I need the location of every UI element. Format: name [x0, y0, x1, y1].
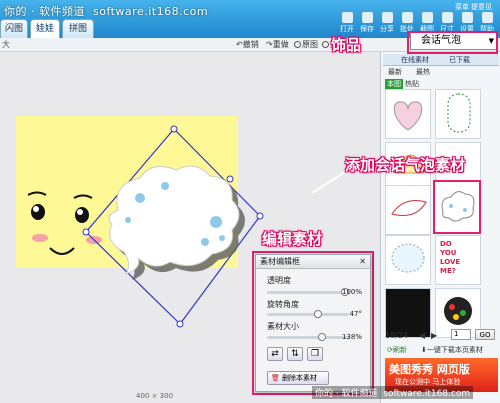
- tab-collage[interactable]: 拼图: [62, 19, 94, 38]
- editor-title: 素材编辑框: [260, 257, 300, 266]
- heart-bubble-icon: [393, 101, 423, 131]
- leaf-bubble-icon: [391, 200, 427, 216]
- prev-page-icon[interactable]: ◀: [419, 331, 425, 340]
- watermark-top: 你的 · 软件频道 software.it168.com: [4, 5, 209, 18]
- tab-downloaded[interactable]: 已下载: [449, 55, 470, 65]
- open-icon: [341, 12, 353, 23]
- panel-tabs: 在线素材 已下载: [383, 54, 499, 66]
- flip-vertical-button[interactable]: ⇅: [287, 347, 303, 361]
- undo-button[interactable]: ↶撤销: [236, 39, 259, 50]
- material-editor-dialog: 素材编辑框 ✕ 透明度 100% 旋转角度 47° 素材大小 138% ⇄ ⇅ ❐…: [255, 254, 371, 392]
- batch-icon: [401, 12, 413, 23]
- tab-doll[interactable]: 娃娃: [30, 19, 60, 38]
- hot-label: 热贴: [405, 80, 419, 88]
- round-bubble-icon: [391, 243, 425, 273]
- canvas-size-label: 400 × 300: [136, 392, 174, 400]
- save-icon: [361, 12, 373, 23]
- callout-edit-material: 编辑素材: [262, 230, 323, 248]
- page-input[interactable]: 1: [451, 329, 471, 340]
- settings-icon: [461, 12, 473, 23]
- callout-add-bubble: 添加会话气泡素材: [345, 156, 466, 174]
- flip-vertical-icon: ⇅: [291, 349, 299, 359]
- next-page-icon[interactable]: ▶: [431, 331, 437, 340]
- hot-badge: 本图: [385, 79, 403, 89]
- copy-icon: ❐: [310, 349, 320, 359]
- screenshot-icon: [421, 12, 433, 23]
- go-button[interactable]: GO: [475, 329, 495, 340]
- redo-icon: ↷: [266, 40, 273, 49]
- toolbar-left-label: 大: [2, 40, 10, 49]
- speech-bubble-icon: [441, 191, 475, 222]
- love-text: DO YOU LOVE ME?: [440, 240, 461, 275]
- original-icon: [294, 41, 301, 48]
- material-cell-leaf[interactable]: [385, 185, 431, 235]
- copy-button[interactable]: ❐: [307, 347, 323, 361]
- flip-horizontal-button[interactable]: ⇄: [267, 347, 283, 361]
- close-icon[interactable]: ✕: [359, 255, 366, 268]
- size-icon: [441, 12, 453, 23]
- help-icon: [481, 12, 493, 23]
- material-cell-speech-selected[interactable]: [433, 180, 481, 234]
- opacity-value: 100%: [341, 288, 362, 296]
- share-icon: [381, 12, 393, 23]
- tab-flash[interactable]: 闪图: [0, 19, 28, 38]
- sub-tab-new[interactable]: 最新: [388, 67, 402, 77]
- refresh-button[interactable]: ⟳刷新: [387, 345, 407, 355]
- tool-share[interactable]: 分享: [378, 10, 396, 38]
- original-button[interactable]: 原图: [294, 39, 318, 50]
- sub-tab-hot[interactable]: 最热: [416, 67, 430, 77]
- callout-decor: 饰品: [331, 36, 362, 54]
- rotation-slider[interactable]: [267, 310, 349, 318]
- material-cell-oval[interactable]: [435, 89, 481, 139]
- delete-material-button[interactable]: 🗑 删除本素材: [267, 371, 329, 385]
- smiley-face: [27, 191, 102, 255]
- download-all-link[interactable]: ⬇一键下载本页素材: [421, 345, 483, 355]
- size-slider[interactable]: [267, 333, 349, 341]
- material-cell-heart[interactable]: [385, 89, 431, 139]
- material-panel: 会话气泡 ▼ 在线素材 已下载 最新 最热 本图 热贴 DO YOU LOVE M…: [380, 32, 500, 403]
- compare-icon: [322, 41, 329, 48]
- redo-button[interactable]: ↷重做: [266, 39, 289, 50]
- oval-bubble-icon: [447, 93, 471, 133]
- category-highlight: [407, 31, 498, 54]
- opacity-label: 透明度: [267, 276, 291, 285]
- flip-horizontal-icon: ⇄: [271, 349, 279, 359]
- material-cell-round[interactable]: [385, 235, 431, 285]
- size-slider-handle[interactable]: [318, 333, 327, 341]
- watermark-bottom: 你的 · 软件频道 software.it168.com: [312, 386, 474, 399]
- size-value: 138%: [341, 333, 362, 341]
- undo-icon: ↶: [236, 40, 243, 49]
- rotation-label: 旋转角度: [267, 300, 299, 309]
- page-indicator: 18/24: [385, 331, 409, 340]
- rotation-value: 47°: [349, 310, 362, 318]
- material-cell-love[interactable]: DO YOU LOVE ME?: [435, 235, 481, 285]
- opacity-slider[interactable]: [267, 288, 349, 296]
- rotation-slider-handle[interactable]: [313, 310, 322, 318]
- trash-icon: 🗑: [271, 374, 280, 382]
- editor-title-bar: 素材编辑框 ✕: [256, 255, 370, 269]
- size-label: 素材大小: [267, 322, 299, 331]
- tab-online[interactable]: 在线素材: [401, 55, 429, 65]
